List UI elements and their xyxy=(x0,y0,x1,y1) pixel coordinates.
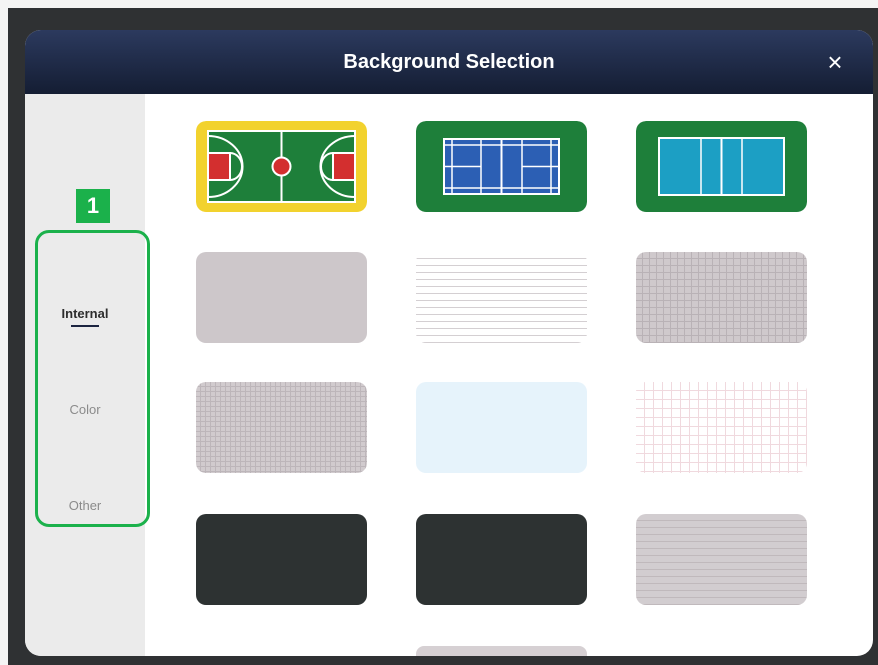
background-tile-basketball-court[interactable] xyxy=(196,121,367,212)
background-grid xyxy=(145,94,873,656)
volleyball-court-image xyxy=(636,121,807,212)
badminton-court-image xyxy=(416,121,587,212)
background-tile-volleyball-court[interactable] xyxy=(636,121,807,212)
dialog-titlebar: Background Selection × xyxy=(25,30,873,94)
background-tile-ruled-lines[interactable] xyxy=(416,252,587,343)
background-tile-badminton-court[interactable] xyxy=(416,121,587,212)
background-tile-dark-board[interactable] xyxy=(196,514,367,605)
dialog-title: Background Selection xyxy=(343,51,555,73)
background-tile-dark-board[interactable] xyxy=(416,514,587,605)
background-tile-gray-ruled[interactable] xyxy=(636,514,807,605)
close-icon[interactable]: × xyxy=(817,44,853,80)
background-tile-gray-grid[interactable] xyxy=(636,252,807,343)
callout-highlight-box xyxy=(35,230,150,527)
background-selection-dialog: Background Selection × Internal Color Ot… xyxy=(25,30,873,656)
background-tile-light-blue[interactable] xyxy=(416,382,587,473)
basketball-court-image xyxy=(196,121,367,212)
background-tile-gray-fine-grid[interactable] xyxy=(196,382,367,473)
callout-number-badge: 1 xyxy=(76,189,110,223)
background-tile-pink-grid[interactable] xyxy=(636,382,807,473)
background-tile-partial[interactable] xyxy=(416,646,587,656)
background-tile-gray-plain[interactable] xyxy=(196,252,367,343)
